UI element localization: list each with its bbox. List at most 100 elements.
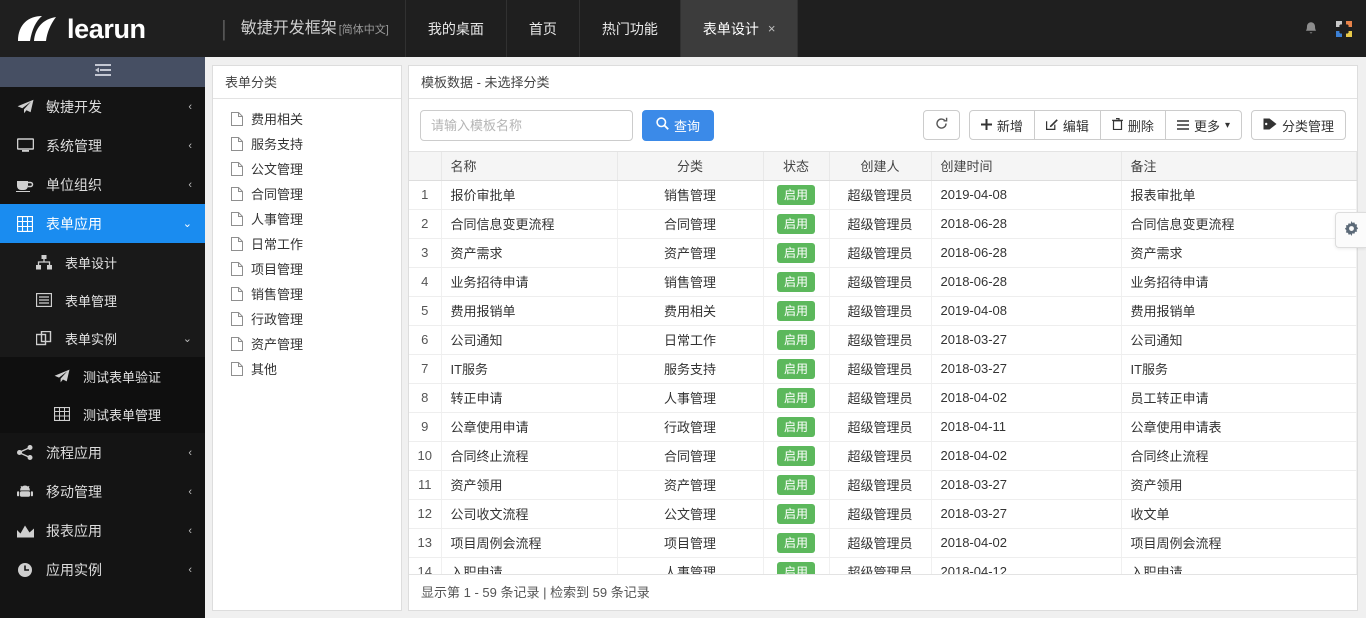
row-remark-cell: 业务招待申请 xyxy=(1121,267,1357,297)
category-item[interactable]: 销售管理 xyxy=(213,281,401,306)
status-badge: 启用 xyxy=(776,445,815,466)
sidebar-item-test-form-validate[interactable]: 测试表单验证 xyxy=(0,357,205,395)
row-category-cell: 人事管理 xyxy=(617,383,764,413)
column-header-name[interactable]: 名称 xyxy=(441,152,618,181)
tab-label: 表单设计 xyxy=(702,20,759,37)
table-row[interactable]: 11 资产领用 资产管理 启用 超级管理员 2018-03-27 资产领用 xyxy=(409,470,1357,500)
sidebar-item-form-instance[interactable]: 表单实例 ⌄ xyxy=(0,319,205,357)
column-header-creator[interactable]: 创建人 xyxy=(829,152,932,181)
row-status-cell: 启用 xyxy=(763,238,830,268)
sidebar-item-label: 表单应用 xyxy=(46,215,102,232)
sidebar-item-label: 表单实例 xyxy=(65,331,118,347)
table-row[interactable]: 5 费用报销单 费用相关 启用 超级管理员 2019-04-08 费用报销单 xyxy=(409,296,1357,326)
tab-my-desktop[interactable]: 我的桌面 xyxy=(404,0,506,57)
search-input[interactable] xyxy=(420,109,633,141)
row-name-cell: 项目周例会流程 xyxy=(441,528,618,558)
row-category-cell: 费用相关 xyxy=(617,296,764,326)
fullscreen-icon[interactable] xyxy=(1335,20,1353,38)
row-created-cell: 2018-03-27 xyxy=(931,354,1122,384)
table-row[interactable]: 8 转正申请 人事管理 启用 超级管理员 2018-04-02 员工转正申请 xyxy=(409,383,1357,413)
table-row[interactable]: 4 业务招待申请 销售管理 启用 超级管理员 2018-06-28 业务招待申请 xyxy=(409,267,1357,297)
status-badge: 启用 xyxy=(776,300,815,321)
sidebar-item-agile-dev[interactable]: 敏捷开发 ‹ xyxy=(0,87,205,126)
column-header-category[interactable]: 分类 xyxy=(617,152,764,181)
settings-gear-tab[interactable] xyxy=(1335,212,1366,248)
table-row[interactable]: 10 合同终止流程 合同管理 启用 超级管理员 2018-04-02 合同终止流程 xyxy=(409,441,1357,471)
more-button[interactable]: 更多 ▾ xyxy=(1164,110,1242,140)
column-header-index[interactable] xyxy=(409,152,442,181)
category-item[interactable]: 行政管理 xyxy=(213,306,401,331)
sidebar-item-test-form-manage[interactable]: 测试表单管理 xyxy=(0,395,205,433)
table-row[interactable]: 12 公司收文流程 公文管理 启用 超级管理员 2018-03-27 收文单 xyxy=(409,499,1357,529)
delete-button[interactable]: 删除 xyxy=(1099,110,1166,140)
row-status-cell: 启用 xyxy=(763,383,830,413)
sidebar-item-report-app[interactable]: 报表应用 ‹ xyxy=(0,511,205,550)
panel-title: 模板数据 - 未选择分类 xyxy=(409,66,1357,99)
tab-hot-features[interactable]: 热门功能 xyxy=(578,0,680,57)
table-row[interactable]: 9 公章使用申请 行政管理 启用 超级管理员 2018-04-11 公章使用申请表 xyxy=(409,412,1357,442)
category-item[interactable]: 日常工作 xyxy=(213,231,401,256)
category-item[interactable]: 合同管理 xyxy=(213,181,401,206)
category-item[interactable]: 项目管理 xyxy=(213,256,401,281)
file-icon xyxy=(231,136,243,151)
row-name-cell: 报价审批单 xyxy=(441,180,618,210)
category-item[interactable]: 人事管理 xyxy=(213,206,401,231)
row-index-cell: 3 xyxy=(409,238,442,268)
tab-close-icon[interactable]: × xyxy=(768,21,776,36)
refresh-button[interactable] xyxy=(922,110,960,140)
sidebar-submenu-form-app: 表单设计 表单管理 表单实例 ⌄ 测试表单验证 测试表单管理 xyxy=(0,243,205,433)
sidebar-collapse-button[interactable] xyxy=(0,57,205,87)
brand-logo-area[interactable]: learun xyxy=(0,0,205,57)
sidebar-item-label: 移动管理 xyxy=(46,483,102,500)
table-row[interactable]: 7 IT服务 服务支持 启用 超级管理员 2018-03-27 IT服务 xyxy=(409,354,1357,384)
tab-home[interactable]: 首页 xyxy=(505,0,579,57)
sidebar-item-form-app[interactable]: 表单应用 ⌄ xyxy=(0,204,205,243)
category-item[interactable]: 其他 xyxy=(213,356,401,381)
sidebar-item-system-manage[interactable]: 系统管理 ‹ xyxy=(0,126,205,165)
table-row[interactable]: 1 报价审批单 销售管理 启用 超级管理员 2019-04-08 报表审批单 xyxy=(409,180,1357,210)
tab-form-design[interactable]: 表单设计 × xyxy=(679,0,799,57)
table-row[interactable]: 3 资产需求 资产管理 启用 超级管理员 2018-06-28 资产需求 xyxy=(409,238,1357,268)
category-item[interactable]: 费用相关 xyxy=(213,106,401,131)
table-row[interactable]: 6 公司通知 日常工作 启用 超级管理员 2018-03-27 公司通知 xyxy=(409,325,1357,355)
row-status-cell: 启用 xyxy=(763,499,830,529)
row-created-cell: 2018-04-02 xyxy=(931,528,1122,558)
add-button[interactable]: 新增 xyxy=(968,110,1035,140)
column-header-created[interactable]: 创建时间 xyxy=(931,152,1122,181)
edit-button[interactable]: 编辑 xyxy=(1033,110,1101,140)
sidebar-item-mobile-manage[interactable]: 移动管理 ‹ xyxy=(0,472,205,511)
row-status-cell: 启用 xyxy=(763,412,830,442)
category-item[interactable]: 服务支持 xyxy=(213,131,401,156)
bell-icon[interactable] xyxy=(1302,20,1320,38)
sidebar-item-process-app[interactable]: 流程应用 ‹ xyxy=(0,433,205,472)
column-header-remark[interactable]: 备注 xyxy=(1121,152,1357,181)
row-creator-cell: 超级管理员 xyxy=(829,557,932,574)
sidebar-item-form-design[interactable]: 表单设计 xyxy=(0,243,205,281)
row-index-cell: 13 xyxy=(409,528,442,558)
brand-language-tag: [简体中文] xyxy=(338,24,389,36)
row-creator-cell: 超级管理员 xyxy=(829,499,932,529)
category-item-label: 费用相关 xyxy=(251,112,304,127)
category-manage-button[interactable]: 分类管理 xyxy=(1250,110,1346,140)
tab-bar: 我的桌面 首页 热门功能 表单设计 × xyxy=(404,0,799,57)
category-item[interactable]: 公文管理 xyxy=(213,156,401,181)
row-creator-cell: 超级管理员 xyxy=(829,238,932,268)
status-badge: 启用 xyxy=(776,242,815,263)
table-row[interactable]: 13 项目周例会流程 项目管理 启用 超级管理员 2018-04-02 项目周例会流程 xyxy=(409,528,1357,558)
status-badge: 启用 xyxy=(776,561,815,574)
status-badge: 启用 xyxy=(776,213,815,234)
column-header-status[interactable]: 状态 xyxy=(763,152,830,181)
grid-icon xyxy=(15,215,35,233)
chevron-left-icon: ‹ xyxy=(188,178,192,191)
sidebar-item-form-manage[interactable]: 表单管理 xyxy=(0,281,205,319)
row-remark-cell: 费用报销单 xyxy=(1121,296,1357,326)
table-row[interactable]: 14 入职申请 人事管理 启用 超级管理员 2018-04-12 入职申请 xyxy=(409,557,1357,574)
table-footer-status: 显示第 1 - 59 条记录 | 检索到 59 条记录 xyxy=(409,574,1357,610)
category-item[interactable]: 资产管理 xyxy=(213,331,401,356)
search-button[interactable]: 查询 xyxy=(642,109,715,141)
refresh-icon xyxy=(935,117,948,133)
sidebar-item-app-instance[interactable]: 应用实例 ‹ xyxy=(0,550,205,589)
table-row[interactable]: 2 合同信息变更流程 合同管理 启用 超级管理员 2018-06-28 合同信息变更流程 xyxy=(409,209,1357,239)
sidebar-item-org-unit[interactable]: 单位组织 ‹ xyxy=(0,165,205,204)
row-category-cell: 销售管理 xyxy=(617,180,764,210)
